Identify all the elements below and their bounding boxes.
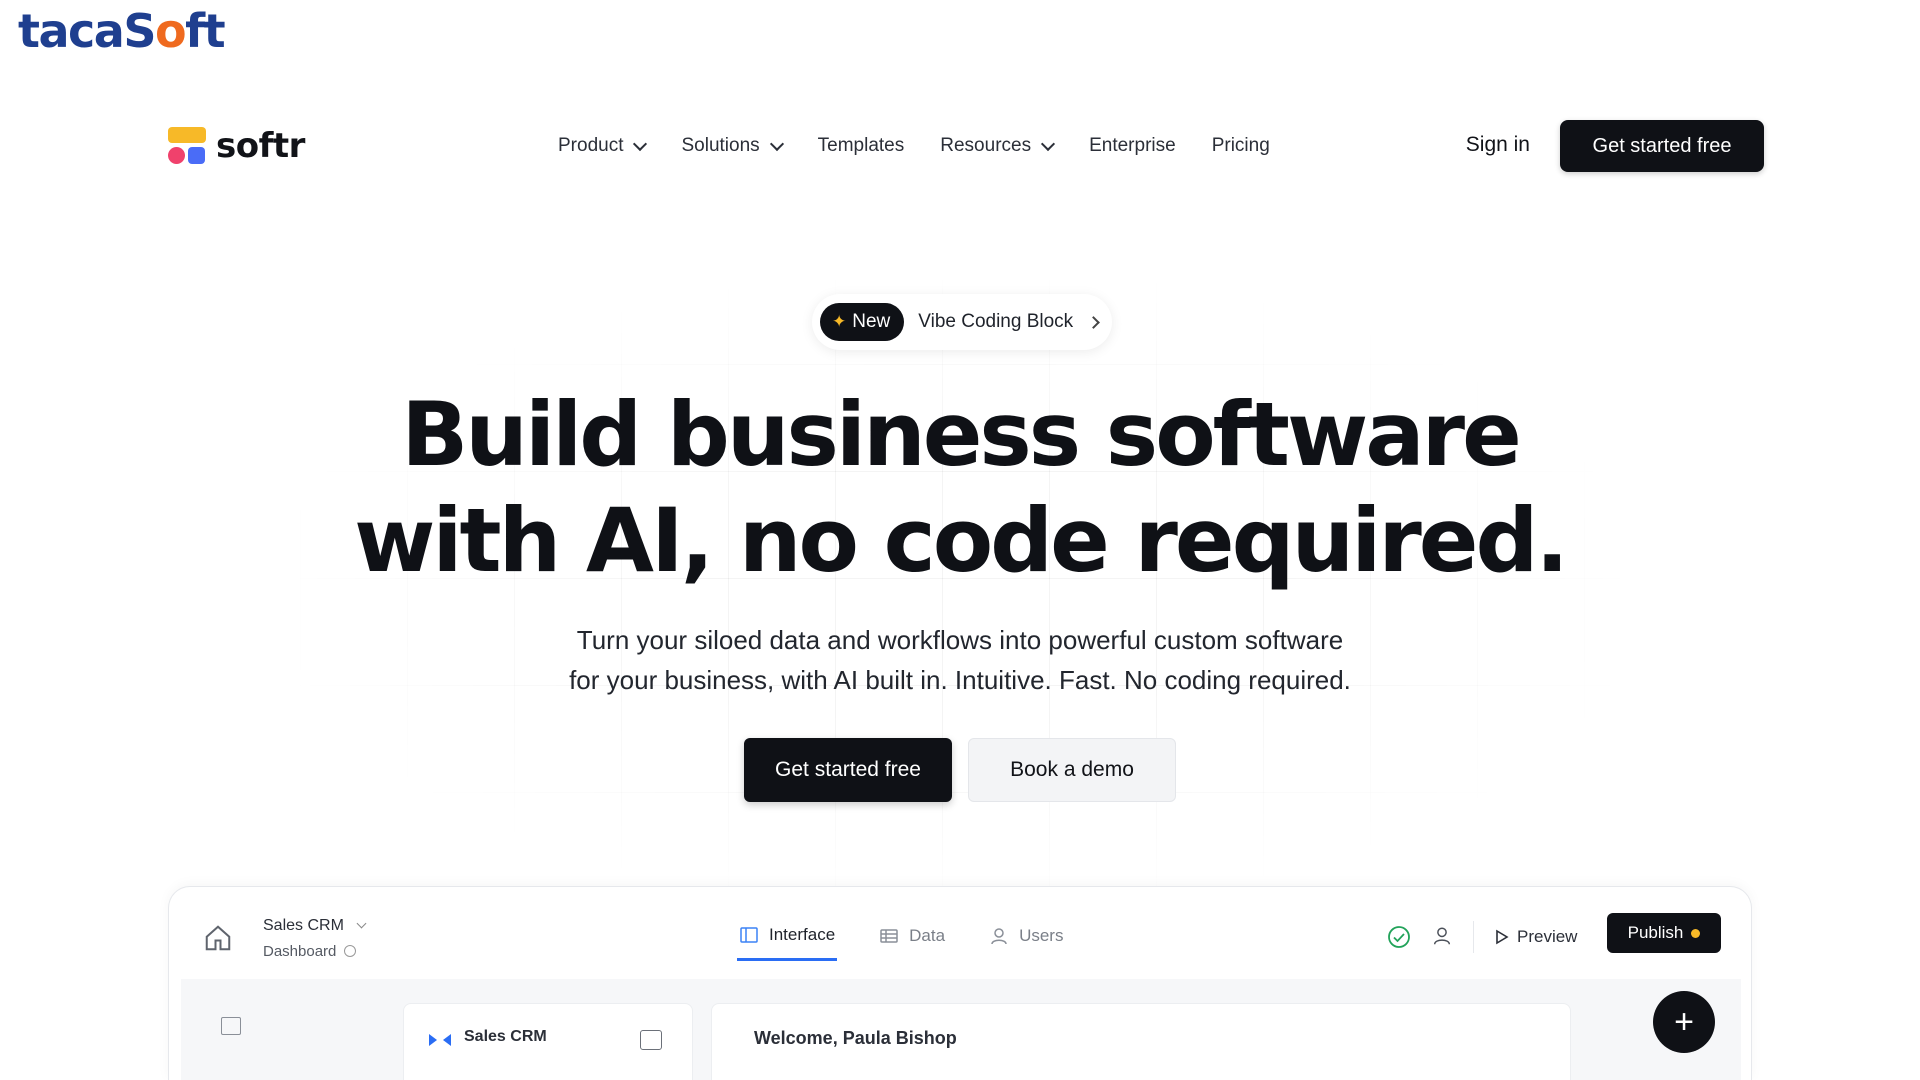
chevron-down-icon <box>356 918 367 929</box>
app-sidebar-card: Sales CRM <box>403 1003 693 1080</box>
chevron-down-icon <box>633 136 648 151</box>
tab-interface[interactable]: Interface <box>737 911 838 961</box>
welcome-title: Welcome, Paula Bishop <box>754 1028 957 1048</box>
publish-button[interactable]: Publish <box>1607 913 1721 953</box>
pages-icon[interactable] <box>221 1017 241 1035</box>
check-circle-icon[interactable] <box>1387 925 1411 949</box>
get-started-free-button[interactable]: Get started free <box>744 738 952 802</box>
book-demo-button[interactable]: Book a demo <box>968 738 1176 802</box>
card-title: Sales CRM <box>464 1028 547 1045</box>
user-icon <box>991 928 1007 945</box>
chevron-down-icon <box>769 136 784 151</box>
tab-users[interactable]: Users <box>987 911 1065 961</box>
nav-item-pricing[interactable]: Pricing <box>1212 135 1270 157</box>
chevron-right-icon <box>1087 315 1101 329</box>
site-header: softr Product Solutions Templates Resour… <box>168 120 1764 172</box>
announcement-text: Vibe Coding Block <box>918 311 1074 332</box>
nav-item-templates[interactable]: Templates <box>818 135 905 157</box>
tacasoft-watermark-logo: tacaSoft <box>18 4 226 58</box>
table-icon <box>880 929 898 943</box>
header-get-started-button[interactable]: Get started free <box>1560 120 1764 172</box>
user-access-icon[interactable] <box>1431 925 1453 947</box>
tab-data[interactable]: Data <box>877 911 947 961</box>
builder-tabs: Interface Data Users <box>737 911 1065 961</box>
page-name[interactable]: Dashboard <box>263 943 357 960</box>
announcement-pill[interactable]: ✦ New Vibe Coding Block <box>812 294 1113 350</box>
sparkle-icon: ✦ <box>832 312 847 331</box>
crm-logo-icon <box>429 1034 451 1046</box>
builder-canvas: Sales CRM Welcome, Paula Bishop + <box>181 979 1741 1080</box>
main-nav: Product Solutions Templates Resources En… <box>558 120 1270 172</box>
builder-toolbar: Sales CRM Dashboard Interface Data Users… <box>169 887 1751 987</box>
nav-item-resources[interactable]: Resources <box>940 135 1056 157</box>
chart-icon[interactable] <box>640 1030 662 1050</box>
sign-in-link[interactable]: Sign in <box>1466 133 1530 157</box>
preview-button[interactable]: Preview <box>1495 917 1577 957</box>
gear-icon[interactable] <box>344 945 357 957</box>
brand-name: softr <box>216 126 305 166</box>
layout-icon <box>740 926 758 943</box>
add-block-button[interactable]: + <box>1653 991 1715 1053</box>
softr-logo[interactable]: softr <box>168 126 305 166</box>
app-name-selector[interactable]: Sales CRM <box>263 917 367 935</box>
hero-headline: Build business software with AI, no code … <box>354 383 1569 592</box>
home-icon[interactable] <box>203 923 233 953</box>
chevron-down-icon <box>1041 136 1056 151</box>
nav-item-enterprise[interactable]: Enterprise <box>1089 135 1176 157</box>
toolbar-divider <box>1473 921 1474 953</box>
softr-logo-mark-icon <box>168 127 206 165</box>
play-icon <box>1496 929 1509 945</box>
nav-item-solutions[interactable]: Solutions <box>681 135 784 157</box>
nav-item-product[interactable]: Product <box>558 135 648 157</box>
new-badge: ✦ New <box>820 303 905 341</box>
plus-icon: + <box>1674 1002 1694 1041</box>
hero-subheadline: Turn your siloed data and workflows into… <box>569 625 1351 695</box>
dashboard-card: Welcome, Paula Bishop <box>711 1003 1571 1080</box>
unpublished-dot-icon <box>1691 928 1701 938</box>
app-builder-preview: Sales CRM Dashboard Interface Data Users… <box>168 886 1752 1080</box>
